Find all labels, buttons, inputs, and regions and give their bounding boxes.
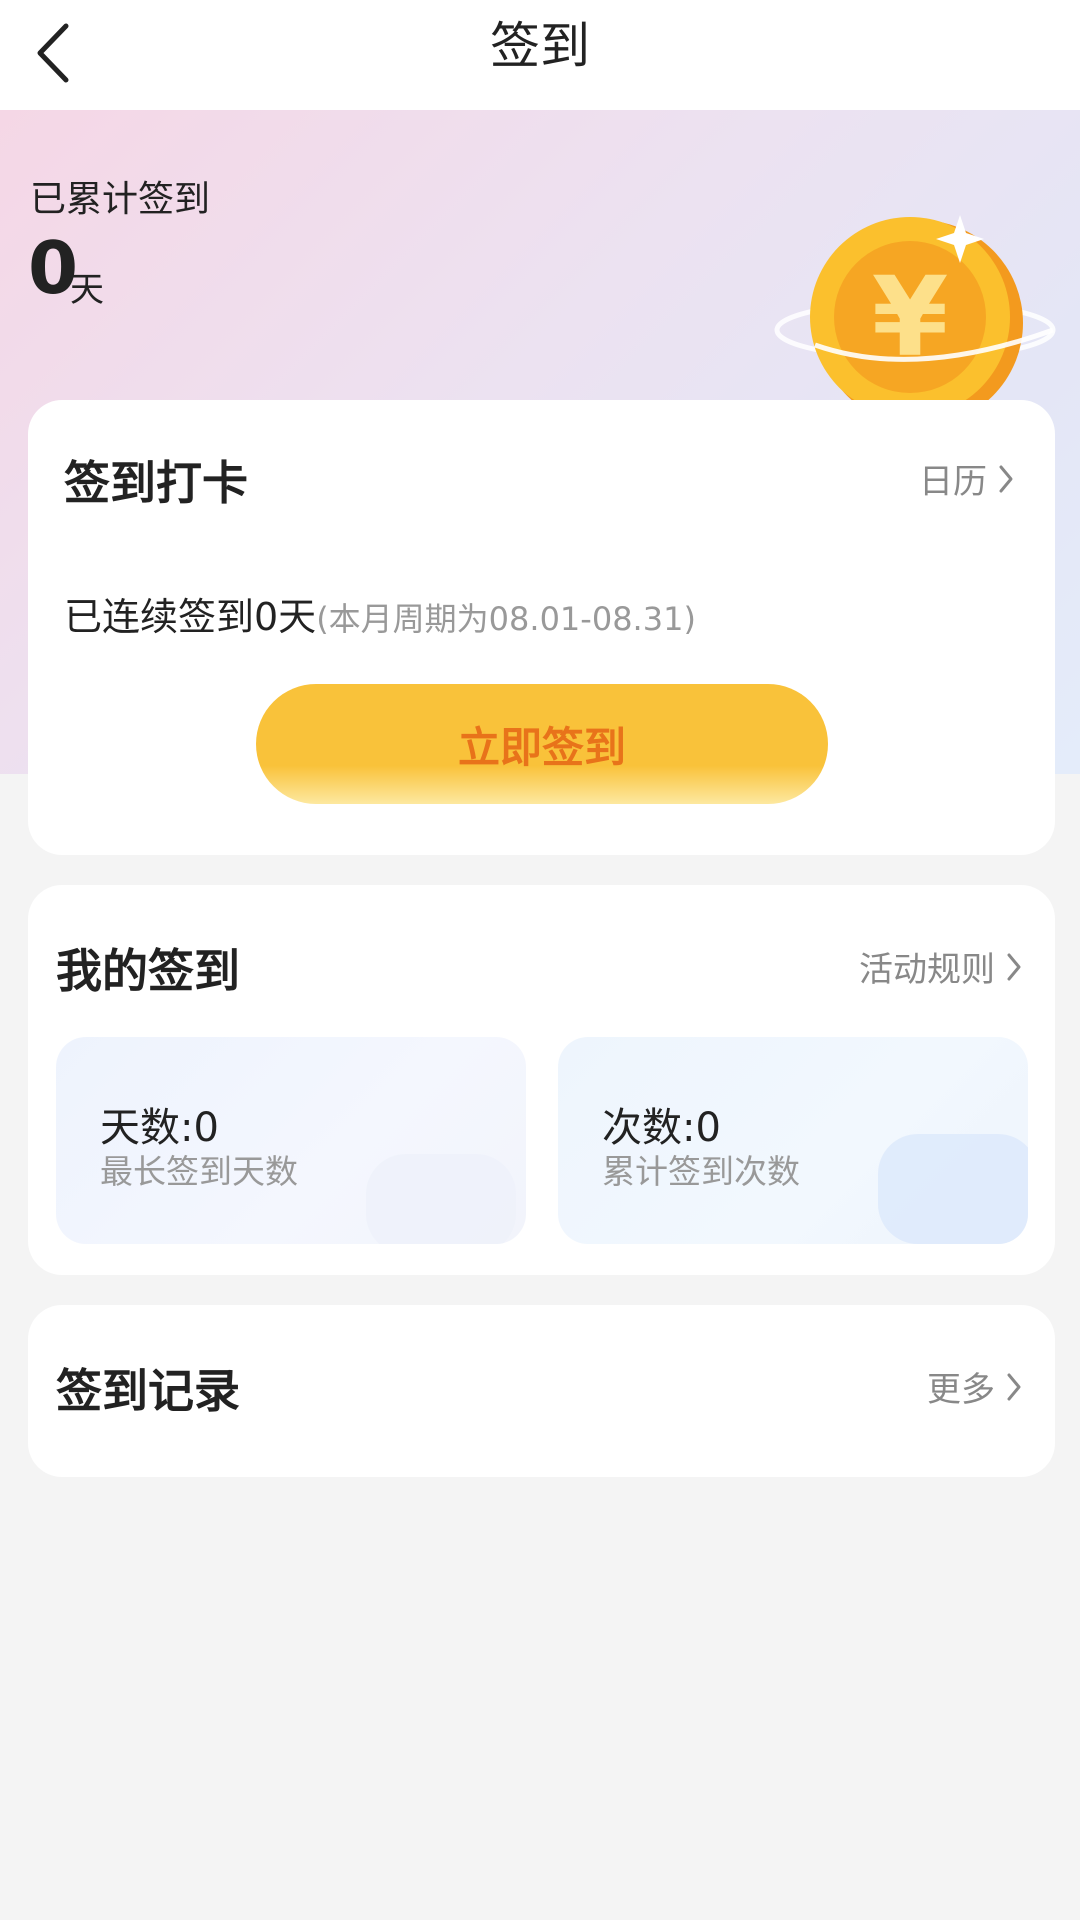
stat-days-tile: 天数:0 最长签到天数 (56, 1037, 526, 1244)
total-signin-unit: 天 (70, 270, 104, 310)
checkin-card: 签到打卡 日历 已连续签到0天(本月周期为08.01-08.31) 立即签到 (28, 400, 1055, 855)
streak-text: 已连续签到0天(本月周期为08.01-08.31) (64, 586, 696, 641)
stat-count-desc: 累计签到次数 (602, 1152, 800, 1191)
top-bar: 签到 (0, 0, 1080, 110)
activity-rules-label: 活动规则 (859, 950, 995, 990)
my-signin-card: 我的签到 活动规则 天数:0 最长签到天数 次数:0 累计签到次数 (28, 885, 1055, 1275)
signin-records-title: 签到记录 (56, 1364, 240, 1418)
page-title: 签到 (490, 17, 590, 75)
chevron-right-icon (1007, 953, 1021, 980)
chevron-right-icon (999, 465, 1013, 492)
streak-count: 已连续签到0天 (64, 595, 317, 639)
checkin-title: 签到打卡 (64, 456, 248, 510)
stat-days-desc: 最长签到天数 (100, 1152, 298, 1191)
total-signin-label: 已累计签到 (30, 179, 211, 220)
chevron-right-icon (1007, 1373, 1021, 1400)
more-link[interactable]: 更多 (927, 1362, 1023, 1411)
signin-now-button[interactable]: 立即签到 (256, 684, 828, 804)
my-signin-title: 我的签到 (56, 944, 240, 998)
stat-count-tile: 次数:0 累计签到次数 (558, 1037, 1028, 1244)
activity-rules-link[interactable]: 活动规则 (859, 942, 1023, 991)
stat-decoration (366, 1154, 516, 1244)
cycle-note: (本月周期为08.01-08.31) (316, 600, 696, 638)
more-link-label: 更多 (927, 1370, 995, 1410)
stat-decoration (878, 1134, 1028, 1244)
signin-records-card: 签到记录 更多 (28, 1305, 1055, 1477)
calendar-link-label: 日历 (919, 462, 987, 502)
calendar-link[interactable]: 日历 (919, 454, 1015, 503)
